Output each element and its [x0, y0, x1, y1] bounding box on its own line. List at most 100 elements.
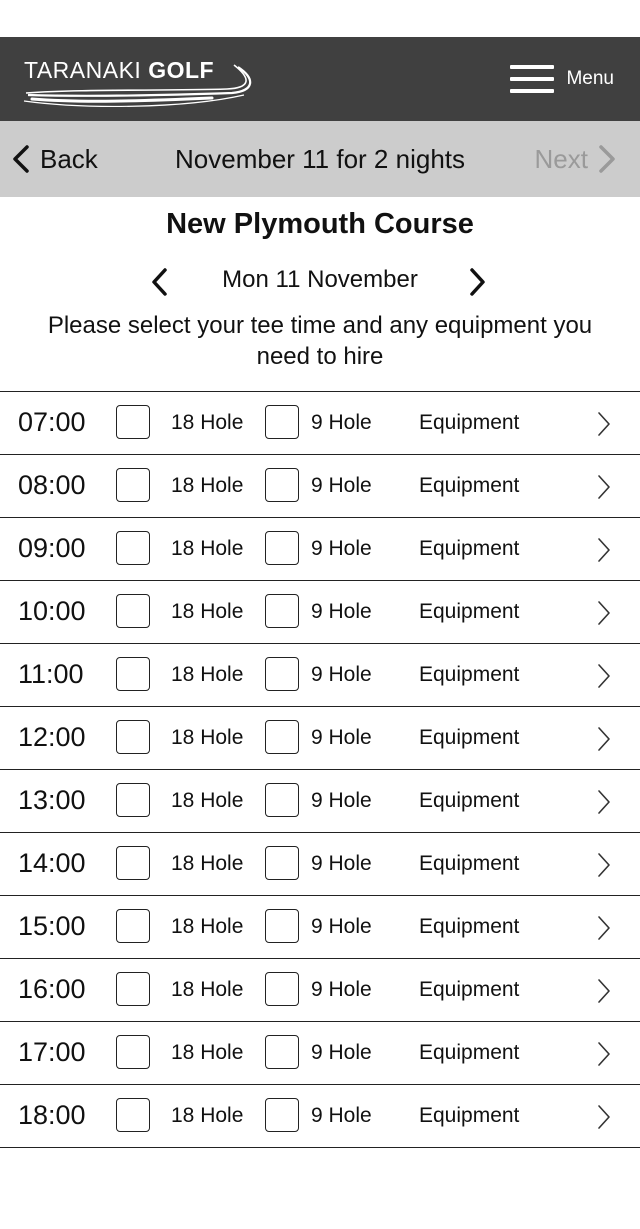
- equipment-link[interactable]: Equipment: [419, 600, 519, 624]
- 9-hole-checkbox[interactable]: [265, 594, 299, 628]
- chevron-right-icon[interactable]: [596, 600, 612, 626]
- 9-hole-checkbox[interactable]: [265, 846, 299, 880]
- 18-hole-checkbox[interactable]: [116, 1035, 150, 1069]
- 9-hole-label[interactable]: 9 Hole: [311, 537, 372, 561]
- 18-hole-checkbox[interactable]: [116, 468, 150, 502]
- chevron-right-icon[interactable]: [596, 411, 612, 437]
- taranaki-golf-logo[interactable]: TARANAKI GOLF: [22, 49, 262, 109]
- equipment-link[interactable]: Equipment: [419, 474, 519, 498]
- tee-time: 11:00: [18, 659, 84, 689]
- chevron-right-icon[interactable]: [596, 789, 612, 815]
- tee-time-row: 07:00 18 Hole 9 Hole Equipment: [0, 392, 640, 455]
- 18-hole-checkbox[interactable]: [116, 909, 150, 943]
- 18-hole-label[interactable]: 18 Hole: [171, 537, 243, 561]
- 18-hole-label[interactable]: 18 Hole: [171, 915, 243, 939]
- 9-hole-checkbox[interactable]: [265, 909, 299, 943]
- 9-hole-label[interactable]: 9 Hole: [311, 978, 372, 1002]
- chevron-right-icon[interactable]: [596, 663, 612, 689]
- 9-hole-label[interactable]: 9 Hole: [311, 915, 372, 939]
- next-button[interactable]: Next: [535, 121, 616, 197]
- 18-hole-label[interactable]: 18 Hole: [171, 852, 243, 876]
- 18-hole-checkbox[interactable]: [116, 720, 150, 754]
- 18-hole-label[interactable]: 18 Hole: [171, 1104, 243, 1128]
- 9-hole-label[interactable]: 9 Hole: [311, 1104, 372, 1128]
- next-day-button[interactable]: [462, 265, 492, 299]
- tee-time: 08:00: [18, 470, 86, 500]
- chevron-right-icon[interactable]: [596, 978, 612, 1004]
- 18-hole-label[interactable]: 18 Hole: [171, 978, 243, 1002]
- chevron-right-icon[interactable]: [596, 726, 612, 752]
- equipment-link[interactable]: Equipment: [419, 1041, 519, 1065]
- 9-hole-label[interactable]: 9 Hole: [311, 411, 372, 435]
- 9-hole-checkbox[interactable]: [265, 657, 299, 691]
- back-label: Back: [40, 143, 98, 174]
- 18-hole-checkbox[interactable]: [116, 531, 150, 565]
- equipment-link[interactable]: Equipment: [419, 411, 519, 435]
- tee-time: 15:00: [18, 911, 86, 941]
- equipment-link[interactable]: Equipment: [419, 978, 519, 1002]
- 18-hole-checkbox[interactable]: [116, 972, 150, 1006]
- menu-label: Menu: [566, 68, 614, 89]
- 18-hole-checkbox[interactable]: [116, 405, 150, 439]
- equipment-link[interactable]: Equipment: [419, 663, 519, 687]
- 18-hole-label[interactable]: 18 Hole: [171, 789, 243, 813]
- equipment-link[interactable]: Equipment: [419, 726, 519, 750]
- 9-hole-checkbox[interactable]: [265, 468, 299, 502]
- next-label: Next: [534, 143, 588, 174]
- 18-hole-label[interactable]: 18 Hole: [171, 474, 243, 498]
- 18-hole-checkbox[interactable]: [116, 594, 150, 628]
- booking-nav-bar: Back November 11 for 2 nights Next: [0, 121, 640, 197]
- 18-hole-label[interactable]: 18 Hole: [171, 411, 243, 435]
- selected-date-label: Mon 11 November: [222, 266, 418, 293]
- 18-hole-checkbox[interactable]: [116, 783, 150, 817]
- 9-hole-label[interactable]: 9 Hole: [311, 789, 372, 813]
- equipment-link[interactable]: Equipment: [419, 537, 519, 561]
- chevron-right-icon[interactable]: [596, 474, 612, 500]
- tee-time: 14:00: [18, 848, 86, 878]
- tee-time: 17:00: [18, 1037, 86, 1067]
- back-button[interactable]: Back: [12, 121, 98, 197]
- chevron-right-icon[interactable]: [596, 852, 612, 878]
- equipment-link[interactable]: Equipment: [419, 789, 519, 813]
- 18-hole-label[interactable]: 18 Hole: [171, 600, 243, 624]
- tee-time-row: 14:00 18 Hole 9 Hole Equipment: [0, 833, 640, 896]
- 9-hole-checkbox[interactable]: [265, 1098, 299, 1132]
- tee-time: 13:00: [18, 785, 86, 815]
- 18-hole-checkbox[interactable]: [116, 1098, 150, 1132]
- equipment-link[interactable]: Equipment: [419, 852, 519, 876]
- previous-day-button[interactable]: [146, 265, 176, 299]
- 9-hole-label[interactable]: 9 Hole: [311, 474, 372, 498]
- 9-hole-checkbox[interactable]: [265, 720, 299, 754]
- 9-hole-label[interactable]: 9 Hole: [311, 726, 372, 750]
- 9-hole-checkbox[interactable]: [265, 783, 299, 817]
- 9-hole-label[interactable]: 9 Hole: [311, 1041, 372, 1065]
- tee-time: 18:00: [18, 1100, 86, 1130]
- chevron-right-icon[interactable]: [596, 915, 612, 941]
- 9-hole-checkbox[interactable]: [265, 1035, 299, 1069]
- tee-time: 12:00: [18, 722, 86, 752]
- tee-time: 16:00: [18, 974, 86, 1004]
- 9-hole-label[interactable]: 9 Hole: [311, 852, 372, 876]
- tee-time-row: 15:00 18 Hole 9 Hole Equipment: [0, 896, 640, 959]
- equipment-link[interactable]: Equipment: [419, 915, 519, 939]
- chevron-right-icon[interactable]: [596, 1104, 612, 1130]
- equipment-link[interactable]: Equipment: [419, 1104, 519, 1128]
- chevron-right-icon[interactable]: [596, 1041, 612, 1067]
- 18-hole-checkbox[interactable]: [116, 657, 150, 691]
- 18-hole-label[interactable]: 18 Hole: [171, 663, 243, 687]
- 18-hole-checkbox[interactable]: [116, 846, 150, 880]
- tee-time-row: 09:00 18 Hole 9 Hole Equipment: [0, 518, 640, 581]
- logo-text-light: TARANAKI: [24, 57, 149, 83]
- 18-hole-label[interactable]: 18 Hole: [171, 726, 243, 750]
- menu-button[interactable]: Menu: [510, 61, 614, 97]
- tee-time-row: 13:00 18 Hole 9 Hole Equipment: [0, 770, 640, 833]
- 9-hole-checkbox[interactable]: [265, 405, 299, 439]
- 9-hole-label[interactable]: 9 Hole: [311, 663, 372, 687]
- tee-time-row: 08:00 18 Hole 9 Hole Equipment: [0, 455, 640, 518]
- 9-hole-checkbox[interactable]: [265, 531, 299, 565]
- 18-hole-label[interactable]: 18 Hole: [171, 1041, 243, 1065]
- chevron-right-icon[interactable]: [596, 537, 612, 563]
- tee-time: 10:00: [18, 596, 86, 626]
- 9-hole-label[interactable]: 9 Hole: [311, 600, 372, 624]
- 9-hole-checkbox[interactable]: [265, 972, 299, 1006]
